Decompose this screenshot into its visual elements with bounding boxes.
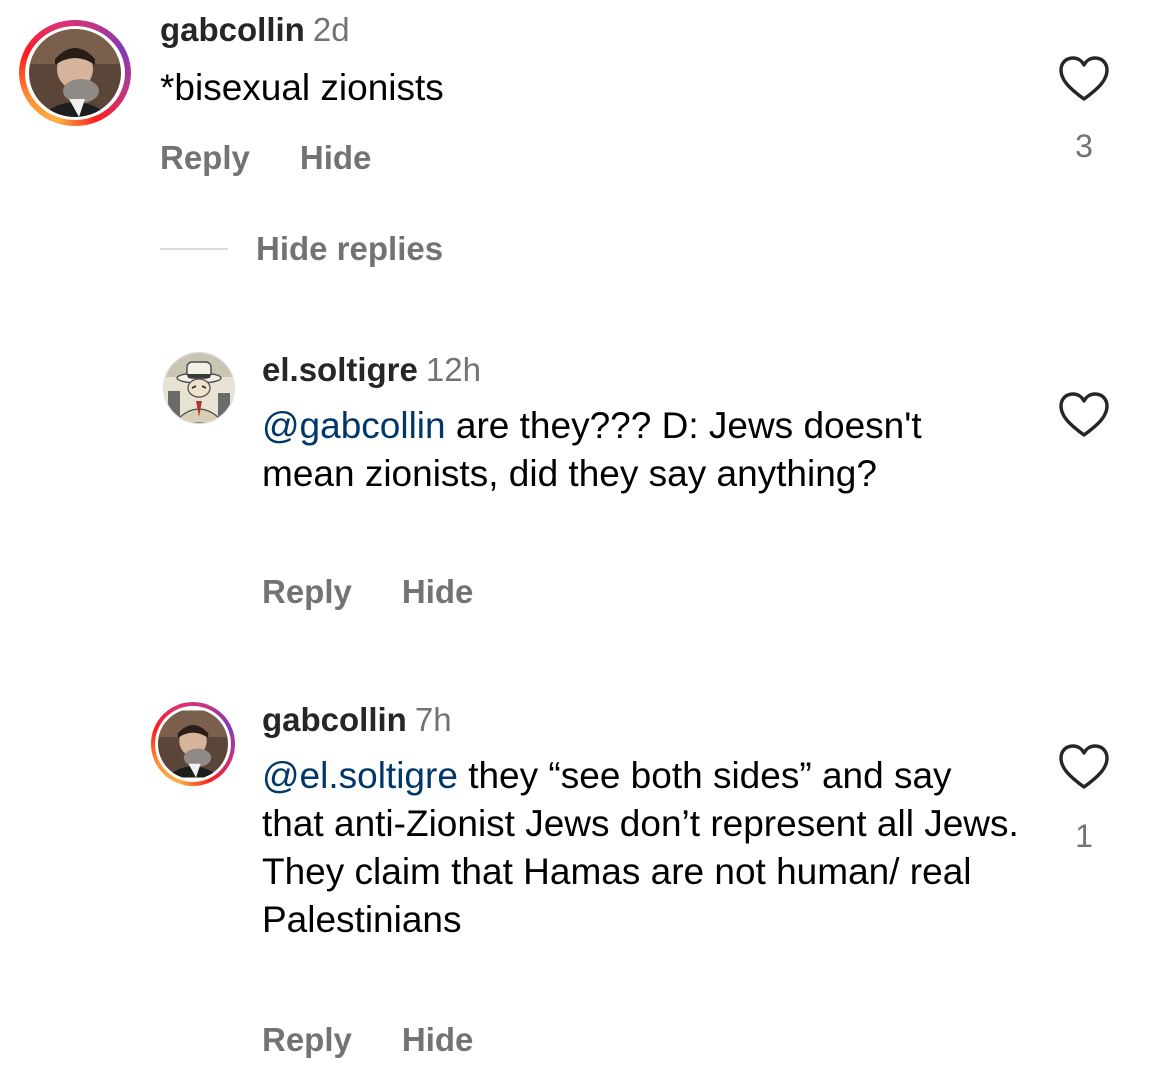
- comment-meta: gabcollin 7h: [262, 700, 452, 740]
- comment-text: *bisexual zionists: [160, 67, 444, 108]
- avatar-gabcollin: [158, 710, 228, 778]
- comment-meta: el.soltigre 12h: [262, 350, 481, 390]
- hide-button[interactable]: Hide: [300, 139, 372, 176]
- comment-actions: Reply Hide: [262, 1020, 473, 1060]
- avatar-story-ring[interactable]: [151, 702, 235, 786]
- divider-line: [160, 248, 228, 250]
- heart-outline-icon[interactable]: [1057, 54, 1111, 102]
- mention-link[interactable]: @gabcollin: [262, 405, 446, 446]
- hide-replies-row: Hide replies: [160, 226, 443, 272]
- comment-meta: gabcollin 2d: [160, 10, 350, 50]
- username[interactable]: el.soltigre: [262, 351, 418, 388]
- like-count: 3: [1075, 128, 1093, 164]
- username[interactable]: gabcollin: [262, 701, 407, 738]
- timestamp: 12h: [425, 351, 481, 388]
- reply-gabcollin: gabcollin 7h @el.soltigre they “see both …: [0, 690, 1170, 1090]
- reply-button[interactable]: Reply: [262, 1021, 352, 1058]
- avatar-el-soltigre[interactable]: [163, 352, 235, 424]
- timestamp: 2d: [312, 11, 350, 48]
- hide-replies-button[interactable]: Hide replies: [256, 230, 443, 268]
- comment-text: @gabcollin are they??? D: Jews doesn't m…: [262, 405, 922, 494]
- reply-button[interactable]: Reply: [160, 139, 250, 176]
- reply-button[interactable]: Reply: [262, 573, 352, 610]
- timestamp: 7h: [414, 701, 452, 738]
- like-count: 1: [1075, 818, 1093, 854]
- hide-button[interactable]: Hide: [402, 573, 474, 610]
- heart-outline-icon[interactable]: [1057, 742, 1111, 790]
- hide-button[interactable]: Hide: [402, 1021, 474, 1058]
- comment-actions: Reply Hide: [262, 572, 473, 612]
- comment-text: @el.soltigre they “see both sides” and s…: [262, 755, 1019, 940]
- username[interactable]: gabcollin: [160, 11, 305, 48]
- avatar-story-ring[interactable]: [19, 20, 131, 126]
- heart-outline-icon[interactable]: [1057, 390, 1111, 438]
- mention-link[interactable]: @el.soltigre: [262, 755, 458, 796]
- reply-el-soltigre: el.soltigre 12h @gabcollin are they??? D:…: [0, 340, 1170, 640]
- avatar-gabcollin: [29, 29, 121, 117]
- comment-gabcollin-top: gabcollin 2d *bisexual zionists Reply Hide…: [0, 0, 1170, 200]
- avatar-image: [164, 353, 234, 423]
- comment-actions: Reply Hide: [160, 138, 371, 178]
